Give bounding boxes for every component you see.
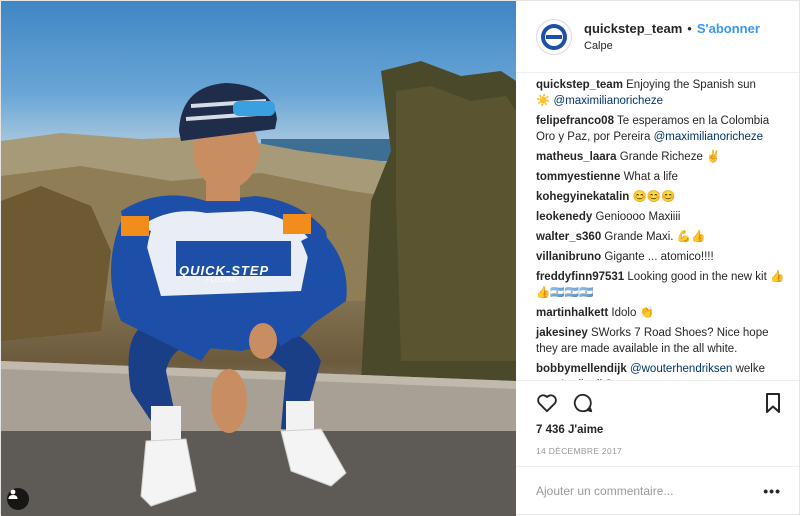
comment-username[interactable]: jakesiney <box>536 327 588 339</box>
comment-text: Looking good in the new kit <box>627 271 767 283</box>
comment-icon[interactable] <box>572 392 594 414</box>
quickstep-logo-icon <box>541 23 567 50</box>
comment-item: jakesiney SWorks 7 Road Shoes? Nice hope… <box>536 325 787 357</box>
add-comment-bar: Ajouter un commentaire... ••• <box>516 466 799 514</box>
comment-username[interactable]: quickstep_team <box>536 79 623 91</box>
comment-text: Grande Maxi. <box>604 231 674 243</box>
comment-emoji: 👏 <box>639 307 654 319</box>
comment-username[interactable]: kohegyinekatalin <box>536 191 629 203</box>
comment-username[interactable]: bobbymellendijk <box>536 363 627 375</box>
post-sidebar: quickstep_team • S'abonner Calpe quickst… <box>516 1 799 514</box>
comment-emoji: 💪👍 <box>676 231 706 243</box>
comment-item: freddyfinn97531 Looking good in the new … <box>536 269 787 301</box>
jersey-text: QUICK-STEP <box>179 263 270 278</box>
comment-username[interactable]: freddyfinn97531 <box>536 271 624 283</box>
comment-item: felipefranco08 Te esperamos en la Colomb… <box>536 113 787 145</box>
comment-item: kohegyinekatalin 😊😊😊 <box>536 189 787 205</box>
comment-item: matheus_laara Grande Richeze ✌️ <box>536 149 787 165</box>
comment-mention[interactable]: @maximilianoricheze <box>654 131 763 143</box>
comment-emoji: ☀️ <box>536 95 551 107</box>
comment-item: tommyestienne What a life <box>536 169 787 185</box>
comment-username[interactable]: matheus_laara <box>536 151 617 163</box>
comment-item: quickstep_team Enjoying the Spanish sun … <box>536 77 787 109</box>
comment-item: bobbymellendijk @wouterhendriksen welke … <box>536 361 787 380</box>
comment-mention[interactable]: @wouterhendriksen <box>630 363 732 375</box>
add-comment-input[interactable]: Ajouter un commentaire... <box>536 484 763 498</box>
header-text: quickstep_team • S'abonner Calpe <box>584 21 760 52</box>
likes-count[interactable]: 7 436 J'aime <box>516 424 799 440</box>
comments-list[interactable]: quickstep_team Enjoying the Spanish sun … <box>516 73 799 380</box>
comment-emoji: 😊😊😊 <box>632 191 676 203</box>
photo-illustration <box>1 61 516 516</box>
comment-text: Gigante ... atomico!!!! <box>604 251 714 263</box>
post-header: quickstep_team • S'abonner Calpe <box>516 1 799 73</box>
comment-mention[interactable]: @maximilianoricheze <box>554 95 663 107</box>
comment-item: leokenedy Genioooo Maxiiii <box>536 209 787 225</box>
comment-username[interactable]: felipefranco08 <box>536 115 614 127</box>
follow-button[interactable]: S'abonner <box>697 21 760 36</box>
user-tag-button[interactable] <box>7 488 29 510</box>
comment-item: martinhalkett Idolo 👏 <box>536 305 787 321</box>
heart-icon[interactable] <box>536 393 558 413</box>
comment-username[interactable]: martinhalkett <box>536 307 608 319</box>
location-link[interactable]: Calpe <box>584 40 760 52</box>
post-date: 14 DÉCEMBRE 2017 <box>536 446 623 456</box>
comment-username[interactable]: leokenedy <box>536 211 592 223</box>
comment-item: villanibruno Gigante ... atomico!!!! <box>536 249 787 265</box>
post-photo[interactable]: QUICK-STEP FLOORS <box>1 1 516 516</box>
user-tag-icon <box>8 489 18 499</box>
header-separator: • <box>687 21 692 36</box>
jersey-sub-text: FLOORS <box>206 278 237 284</box>
more-icon[interactable]: ••• <box>763 483 781 499</box>
action-bar <box>516 380 799 424</box>
comment-username[interactable]: tommyestienne <box>536 171 620 183</box>
comment-item: walter_s360 Grande Maxi. 💪👍 <box>536 229 787 245</box>
comment-text: Genioooo Maxiiii <box>595 211 681 223</box>
instagram-post: QUICK-STEP FLOORS quickstep_team • S'abo… <box>0 0 800 516</box>
comment-username[interactable]: walter_s360 <box>536 231 601 243</box>
comment-text: Idolo <box>611 307 637 319</box>
comment-text: Enjoying the Spanish sun <box>626 79 756 91</box>
header-username[interactable]: quickstep_team <box>584 21 682 36</box>
comment-text: Grande Richeze <box>619 151 703 163</box>
avatar[interactable] <box>536 18 572 55</box>
comment-text: What a life <box>623 171 678 183</box>
comment-emoji: ✌️ <box>706 151 721 163</box>
comment-username[interactable]: villanibruno <box>536 251 601 263</box>
bookmark-icon[interactable] <box>765 392 781 413</box>
